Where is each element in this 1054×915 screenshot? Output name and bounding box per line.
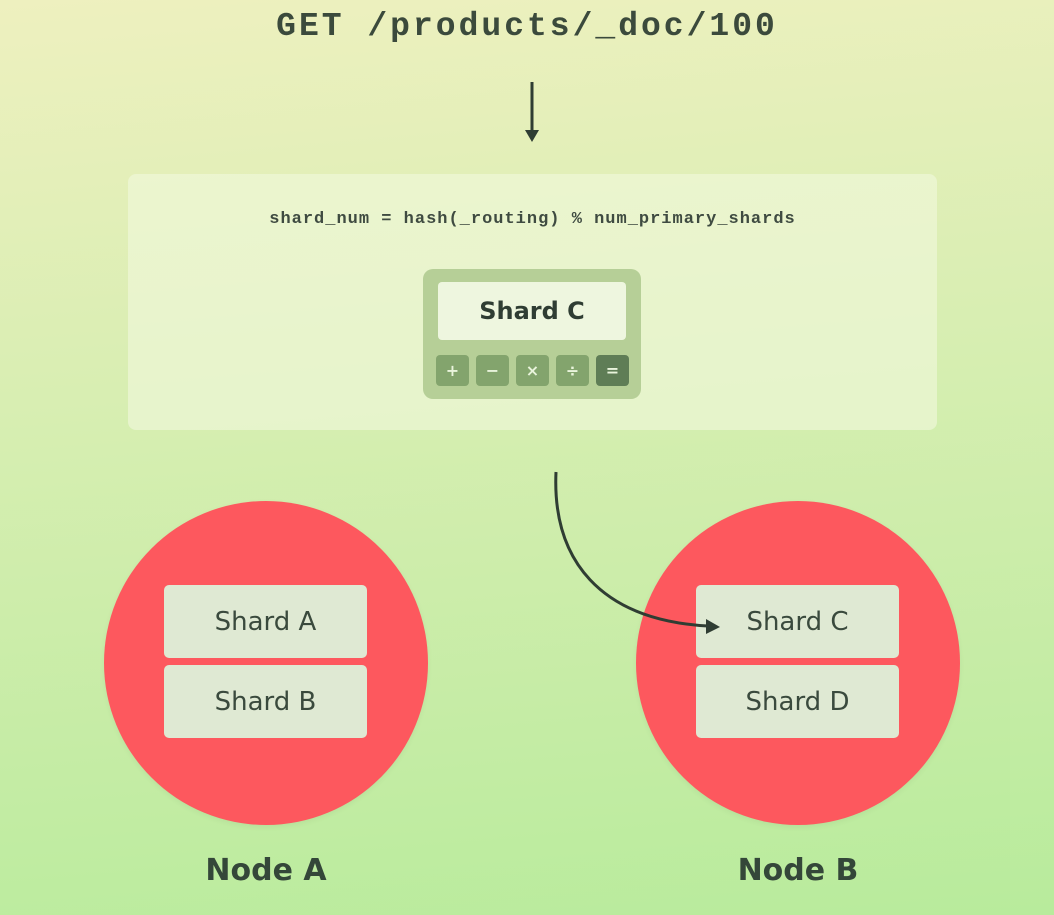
node-b-circle: Shard C Shard D	[636, 501, 960, 825]
routing-panel: shard_num = hash(_routing) % num_primary…	[128, 174, 937, 430]
routing-formula: shard_num = hash(_routing) % num_primary…	[269, 210, 796, 229]
node-b-label: Node B	[737, 853, 859, 888]
divide-key: ÷	[556, 355, 589, 386]
shard-box: Shard B	[164, 665, 367, 738]
equals-key: =	[596, 355, 629, 386]
node-a-label: Node A	[205, 853, 327, 888]
request-line: GET /products/_doc/100	[276, 8, 778, 45]
minus-key: −	[476, 355, 509, 386]
calculator-display: Shard C	[438, 282, 626, 340]
node-a-circle: Shard A Shard B	[104, 501, 428, 825]
calculator-keys: + − × ÷ =	[436, 355, 629, 386]
plus-key: +	[436, 355, 469, 386]
shard-box: Shard D	[696, 665, 899, 738]
calculator: Shard C + − × ÷ =	[423, 269, 641, 399]
multiply-key: ×	[516, 355, 549, 386]
shard-box: Shard C	[696, 585, 899, 658]
shard-box: Shard A	[164, 585, 367, 658]
down-arrow-icon	[525, 82, 539, 142]
